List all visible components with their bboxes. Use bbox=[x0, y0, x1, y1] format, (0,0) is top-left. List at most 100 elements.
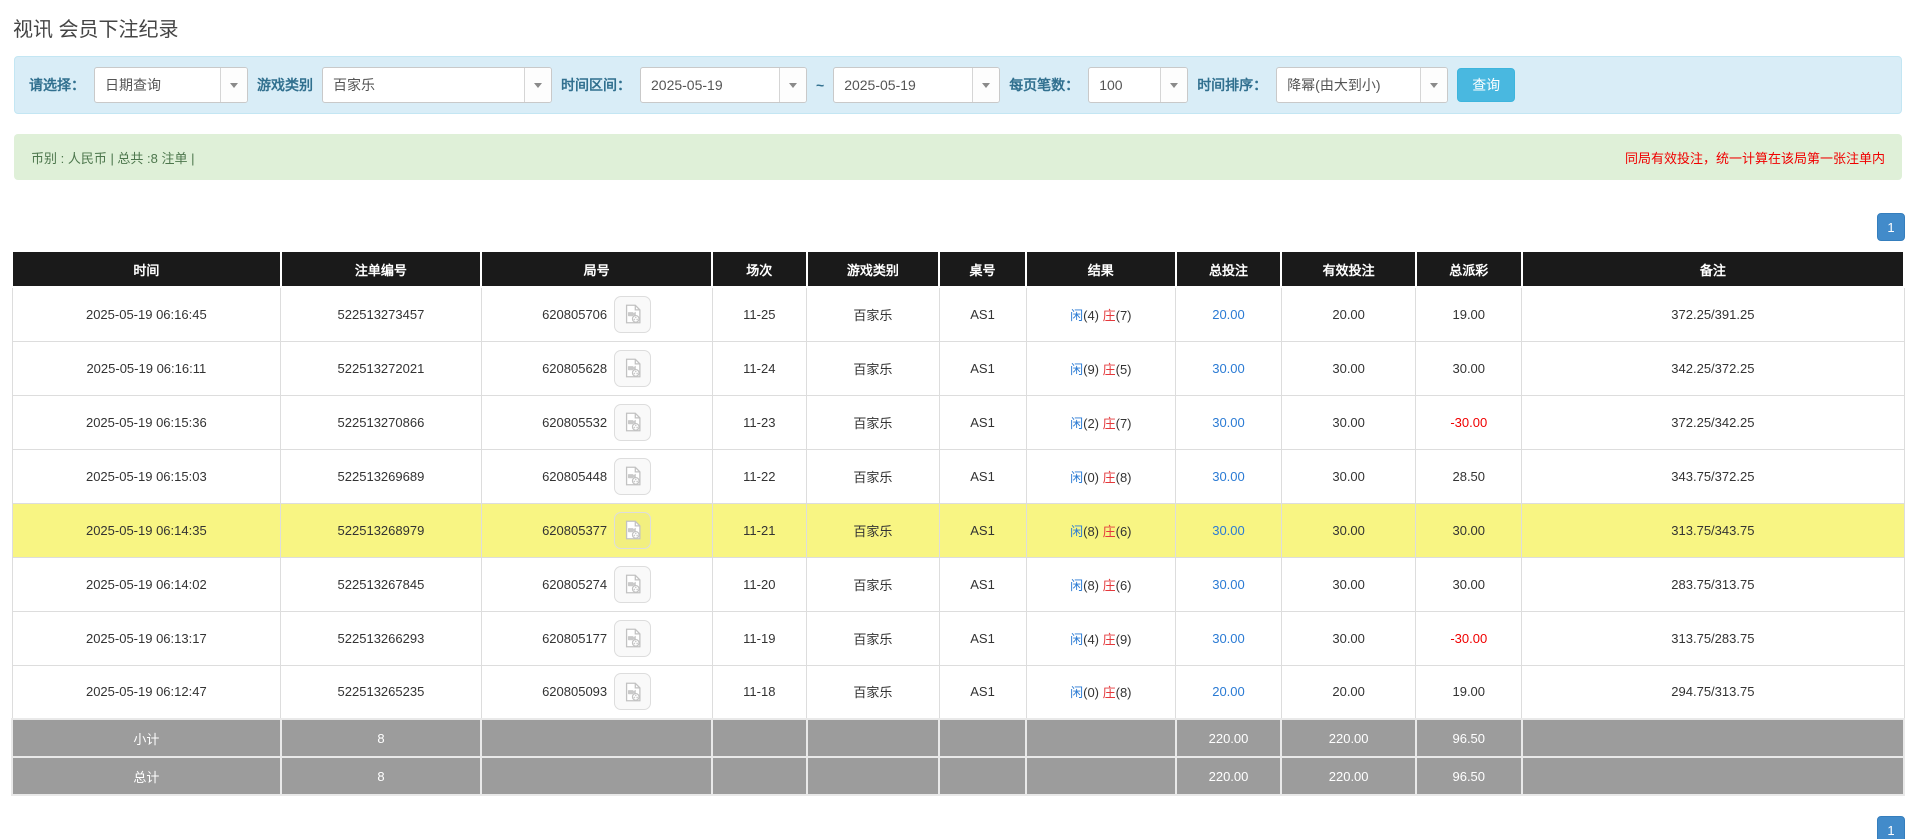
caret-glyph bbox=[230, 82, 238, 88]
player-result-label: 闲 bbox=[1070, 685, 1084, 701]
total-bet-link[interactable]: 20.00 bbox=[1212, 307, 1245, 322]
column-header: 桌号 bbox=[938, 250, 1028, 288]
per-page-label: 每页笔数： bbox=[1009, 77, 1080, 93]
page-number-button[interactable]: 1 bbox=[1877, 816, 1905, 839]
cell-time: 2025-05-19 06:15:03 bbox=[11, 448, 282, 504]
caret-glyph bbox=[1430, 82, 1439, 88]
cell-table-number: AS1 bbox=[938, 286, 1027, 342]
date-from-picker[interactable]: 2025-05-19 bbox=[640, 67, 807, 103]
video-record-button[interactable] bbox=[614, 349, 652, 387]
round-number-group: 620805532 bbox=[542, 403, 652, 441]
video-record-button[interactable] bbox=[614, 457, 652, 495]
banker-result-score: (8) bbox=[1115, 685, 1132, 701]
round-number-group: 620805093 bbox=[542, 673, 652, 711]
select-type-dropdown[interactable]: 日期查询 bbox=[94, 67, 248, 103]
cell-time: 2025-05-19 06:16:11 bbox=[11, 340, 282, 396]
total-bet-link[interactable]: 30.00 bbox=[1212, 577, 1245, 592]
video-record-icon bbox=[625, 628, 641, 648]
column-header: 总派彩 bbox=[1414, 250, 1523, 288]
total-bet-link[interactable]: 30.00 bbox=[1212, 523, 1245, 538]
cell-payout: 30.00 bbox=[1415, 502, 1523, 558]
chevron-down-icon[interactable] bbox=[1420, 68, 1448, 102]
video-record-icon bbox=[625, 520, 641, 540]
footer-payout: 96.50 bbox=[1414, 718, 1523, 758]
footer-empty bbox=[1520, 756, 1906, 796]
video-record-button[interactable] bbox=[614, 619, 652, 657]
footer-empty bbox=[1025, 718, 1177, 758]
footer-empty bbox=[805, 718, 941, 758]
player-result-label: 闲 bbox=[1070, 523, 1084, 539]
total-bet-link[interactable]: 30.00 bbox=[1212, 631, 1245, 646]
game-type-dropdown[interactable]: 百家乐 bbox=[322, 67, 552, 103]
banker-result-label: 庄 bbox=[1102, 415, 1116, 431]
search-button[interactable]: 查询 bbox=[1457, 68, 1516, 102]
video-record-icon bbox=[625, 412, 641, 432]
round-number-group: 620805448 bbox=[542, 457, 652, 495]
cell-table-number: AS1 bbox=[938, 394, 1027, 450]
video-record-icon bbox=[625, 574, 641, 594]
total-bet-link[interactable]: 30.00 bbox=[1212, 415, 1245, 430]
cell-session: 11-18 bbox=[711, 664, 808, 720]
total-bet-link[interactable]: 30.00 bbox=[1212, 469, 1245, 484]
video-record-button[interactable] bbox=[614, 403, 652, 441]
date-from-value: 2025-05-19 bbox=[651, 77, 723, 93]
total-bet-link[interactable]: 30.00 bbox=[1212, 361, 1245, 376]
video-record-button[interactable] bbox=[614, 511, 652, 549]
footer-label: 小计 bbox=[11, 718, 282, 758]
cell-round-number: 620805628 bbox=[480, 340, 713, 396]
round-number-group: 620805377 bbox=[542, 511, 652, 549]
date-to-picker[interactable]: 2025-05-19 bbox=[833, 67, 1001, 103]
player-result-score: (2) bbox=[1083, 415, 1103, 431]
page-root: 视讯 会员下注纪录 请选择： 日期查询 游戏类别 百家乐 时间区间： 2025-… bbox=[0, 0, 1916, 839]
cell-bet-number: 522513268979 bbox=[280, 502, 482, 558]
cell-result: 闲(8) 庄(6) bbox=[1025, 556, 1177, 612]
cell-table-number: AS1 bbox=[938, 664, 1027, 720]
video-record-button[interactable] bbox=[614, 565, 652, 603]
cell-game-type: 百家乐 bbox=[806, 502, 940, 558]
table-body: 2025-05-19 06:16:45 522513273457 620805706… bbox=[11, 286, 1905, 720]
cell-remark: 294.75/313.75 bbox=[1521, 664, 1905, 720]
cell-total-bet: 30.00 bbox=[1175, 502, 1282, 558]
cell-game-type: 百家乐 bbox=[806, 556, 940, 612]
cell-table-number: AS1 bbox=[938, 340, 1027, 396]
cell-round-number: 620805532 bbox=[480, 394, 713, 450]
caret-glyph bbox=[534, 82, 542, 88]
time-sort-dropdown[interactable]: 降幂(由大到小) bbox=[1276, 67, 1449, 103]
banker-result-score: (6) bbox=[1115, 577, 1132, 593]
player-result-score: (4) bbox=[1083, 307, 1103, 323]
banker-result-label: 庄 bbox=[1102, 361, 1116, 377]
column-header: 局号 bbox=[480, 250, 714, 288]
footer-total-bet: 220.00 bbox=[1174, 718, 1283, 758]
cell-payout: -30.00 bbox=[1415, 394, 1523, 450]
chevron-down-icon[interactable] bbox=[972, 68, 1000, 102]
cell-game-type: 百家乐 bbox=[806, 286, 940, 342]
chevron-down-icon[interactable] bbox=[220, 68, 247, 102]
footer-total-bet: 220.00 bbox=[1174, 756, 1283, 796]
page-number-button[interactable]: 1 bbox=[1877, 213, 1905, 241]
cell-game-type: 百家乐 bbox=[806, 394, 940, 450]
caret-glyph bbox=[1170, 82, 1179, 88]
cell-result: 闲(4) 庄(9) bbox=[1025, 610, 1177, 666]
total-bet-link[interactable]: 20.00 bbox=[1212, 684, 1245, 699]
video-record-button[interactable] bbox=[614, 673, 652, 711]
select-type-value: 日期查询 bbox=[105, 77, 161, 93]
cell-round-number: 620805706 bbox=[480, 286, 713, 342]
table-footer-row: 小计 8 220.00 220.00 96.50 bbox=[11, 718, 1906, 758]
table-header-row: 时间 注单编号 局号 场次 游戏类别 桌号 结果 总投注 有效投注 总派彩 备注 bbox=[11, 250, 1906, 288]
cell-valid-bet: 30.00 bbox=[1280, 340, 1417, 396]
chevron-down-icon[interactable] bbox=[524, 68, 551, 102]
banker-result-label: 庄 bbox=[1102, 523, 1116, 539]
round-number-text: 620805532 bbox=[542, 414, 608, 430]
cell-bet-number: 522513267845 bbox=[280, 556, 482, 612]
footer-count: 8 bbox=[279, 718, 483, 758]
banker-result-score: (8) bbox=[1115, 469, 1132, 485]
cell-remark: 342.25/372.25 bbox=[1521, 340, 1905, 396]
cell-game-type: 百家乐 bbox=[806, 340, 940, 396]
player-result-label: 闲 bbox=[1070, 631, 1084, 647]
chevron-down-icon[interactable] bbox=[1160, 68, 1188, 102]
select-type-label: 请选择： bbox=[29, 77, 85, 93]
video-record-button[interactable] bbox=[614, 295, 652, 333]
round-number-group: 620805177 bbox=[542, 619, 652, 657]
chevron-down-icon[interactable] bbox=[779, 68, 806, 102]
per-page-dropdown[interactable]: 100 bbox=[1088, 67, 1189, 103]
